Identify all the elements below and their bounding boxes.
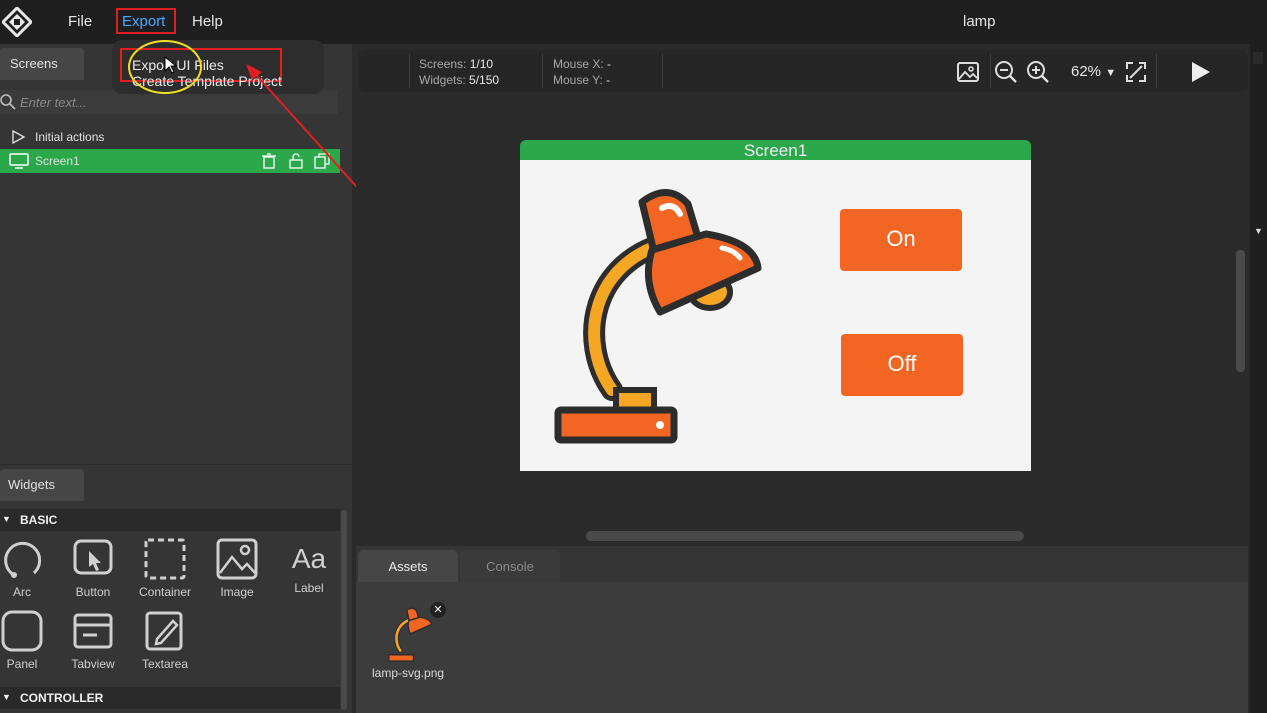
menu-help[interactable]: Help	[192, 13, 223, 30]
panel-icon	[1, 610, 43, 652]
widget-arc[interactable]: Arc	[0, 537, 52, 607]
toolbar-divider	[542, 54, 543, 88]
widget-label: Tabview	[71, 657, 115, 671]
zoom-select[interactable]: 62% ▼	[1071, 63, 1116, 80]
tree-item-label: Initial actions	[35, 130, 105, 144]
tab-widgets[interactable]: Widgets	[0, 469, 84, 501]
zoom-out-icon[interactable]	[994, 60, 1018, 84]
tab-assets[interactable]: Assets	[358, 550, 458, 582]
widget-label: Image	[220, 585, 254, 599]
asset-item[interactable]: ✕ lamp-svg.png	[366, 602, 456, 692]
image-icon	[216, 538, 258, 580]
widget-label: Button	[75, 585, 111, 599]
right-panel-handle[interactable]	[1253, 52, 1263, 64]
screen-preview: On Off	[520, 160, 1031, 471]
menu-export[interactable]: Export	[116, 8, 176, 34]
stat-screens-value: 1/10	[469, 57, 494, 71]
caret-down-icon: ▼	[2, 514, 11, 524]
tab-screens[interactable]: Screens	[0, 48, 84, 80]
caret-down-icon: ▼	[2, 692, 11, 702]
assets-list: ✕ lamp-svg.png	[356, 582, 1248, 713]
canvas-vertical-scrollbar[interactable]	[1236, 250, 1245, 372]
lamp-image[interactable]	[550, 182, 765, 444]
section-controller[interactable]: ▼ CONTROLLER	[0, 687, 340, 709]
section-basic[interactable]: ▼ BASIC	[0, 509, 340, 531]
on-button[interactable]: On	[840, 209, 962, 271]
monitor-icon	[9, 153, 29, 169]
stat-widgets: Widgets: 5/150	[419, 73, 499, 87]
toolbar-divider	[662, 54, 663, 88]
widgets-scrollbar[interactable]	[341, 510, 347, 710]
stat-mouse-x-label: Mouse X:	[553, 57, 604, 71]
textarea-icon	[145, 611, 183, 651]
widget-container[interactable]: Container	[135, 537, 195, 607]
toolbar-divider	[1156, 54, 1157, 88]
mouse-cursor-icon	[164, 56, 178, 74]
bottom-panel: Assets Console ✕ lamp-svg.png	[356, 546, 1248, 713]
toolbar-divider	[409, 54, 410, 88]
play-outline-icon	[12, 129, 26, 145]
tree-item-label: Screen1	[35, 154, 80, 168]
widget-panel[interactable]: Panel	[0, 609, 52, 679]
tab-console[interactable]: Console	[460, 550, 560, 582]
widget-label: Panel	[6, 657, 38, 671]
screen-title-bar: Screen1	[520, 140, 1031, 160]
widget-textarea[interactable]: Textarea	[135, 609, 195, 679]
right-side-strip: ▼	[1250, 44, 1267, 713]
window-title: lamp	[963, 13, 996, 30]
toolbar-divider	[990, 54, 991, 88]
app-logo-icon	[2, 7, 32, 37]
menu-bar: File Export Help lamp	[0, 0, 1267, 44]
chevron-down-icon: ▼	[1105, 67, 1117, 79]
container-icon	[144, 538, 186, 580]
section-basic-label: BASIC	[20, 513, 58, 527]
label-icon: Aa	[291, 543, 327, 574]
background-image-icon[interactable]	[956, 60, 980, 84]
stat-widgets-label: Widgets:	[419, 73, 466, 87]
stat-mouse-y-value: -	[606, 73, 611, 87]
widget-button[interactable]: Button	[63, 537, 123, 607]
widget-label: Container	[138, 585, 192, 599]
widget-tabview[interactable]: Tabview	[63, 609, 123, 679]
widget-label: Label	[294, 581, 324, 595]
menu-file[interactable]: File	[68, 13, 92, 30]
canvas-horizontal-scrollbar[interactable]	[586, 531, 1024, 541]
stat-mouse-y-label: Mouse Y:	[553, 73, 603, 87]
close-icon[interactable]: ✕	[430, 602, 446, 618]
widget-label: Textarea	[141, 657, 189, 671]
widget-image[interactable]: Image	[207, 537, 267, 607]
arc-icon	[4, 541, 42, 578]
stat-mouse-x: Mouse X: -	[553, 57, 611, 71]
section-controller-label: CONTROLLER	[20, 691, 104, 705]
widgets-panel: Widgets ▼ BASIC Arc Button Container Ima…	[0, 465, 352, 713]
asset-thumbnail-lamp	[387, 607, 433, 662]
widget-label-tile[interactable]: Aa Label	[279, 537, 339, 607]
search-icon	[0, 94, 16, 110]
fit-screen-icon[interactable]	[1124, 60, 1148, 84]
zoom-in-icon[interactable]	[1026, 60, 1050, 84]
caret-down-icon[interactable]: ▼	[1254, 226, 1263, 236]
stat-screens: Screens: 1/10	[419, 57, 493, 71]
play-icon[interactable]	[1188, 60, 1212, 84]
stat-mouse-y: Mouse Y: -	[553, 73, 610, 87]
tabview-icon	[73, 613, 113, 649]
stat-widgets-value: 5/150	[469, 73, 500, 87]
stat-screens-label: Screens:	[419, 57, 467, 71]
widget-label: Arc	[13, 585, 31, 599]
asset-name: lamp-svg.png	[372, 666, 445, 680]
button-icon	[73, 539, 113, 575]
stat-mouse-x-value: -	[607, 57, 612, 71]
zoom-value: 62%	[1071, 63, 1102, 80]
off-button[interactable]: Off	[841, 334, 963, 396]
